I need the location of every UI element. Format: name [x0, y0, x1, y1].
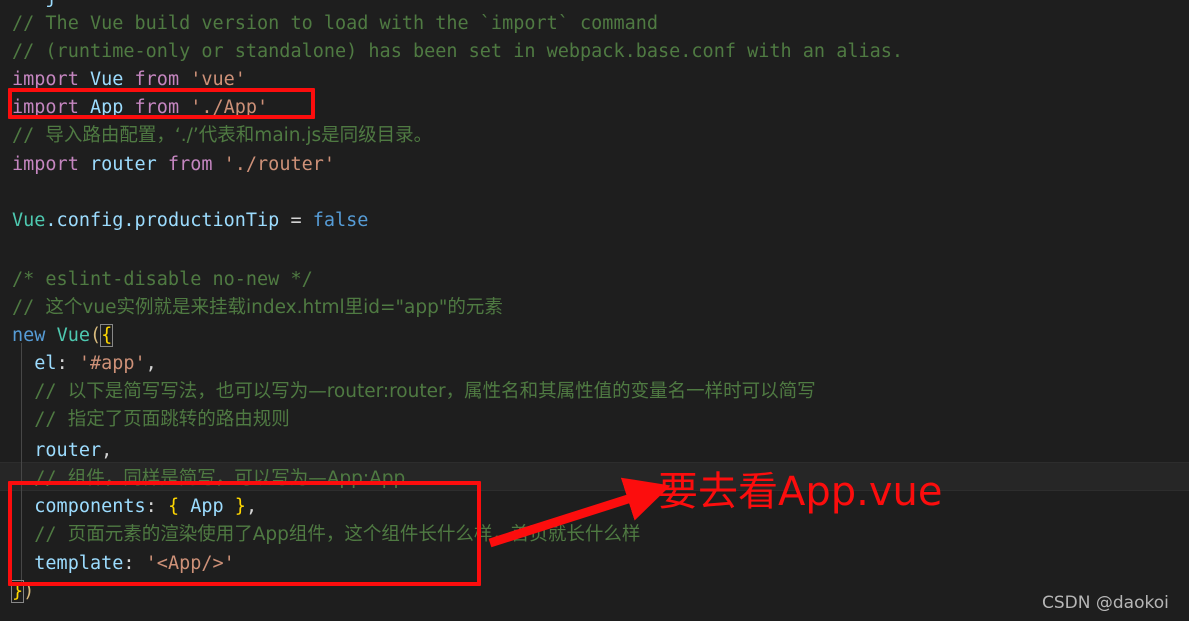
line-comment-vue-instance-cn-token-0: // — [12, 297, 46, 318]
line-components-token-3: { — [167, 496, 191, 517]
line-partial-top-token-0: j — [12, 0, 56, 8]
line-new-vue-token-0: new — [12, 325, 57, 346]
line-import-vue-token-1: Vue — [89, 69, 124, 90]
line-components-token-5: } — [223, 496, 246, 517]
line-close-brace[interactable]: }) — [0, 578, 1189, 606]
line-comment-shorthand-cn[interactable]: // 以下是简写写法，也可以写为—router:router，属性名和其属性值的… — [0, 378, 1189, 406]
line-components[interactable]: components: { App }, — [0, 493, 1189, 521]
line-comment-eslint-disable-token-0: /* eslint-disable no-new */ — [12, 269, 313, 290]
line-router-token-1: router — [34, 440, 102, 461]
line-import-vue-token-2: from — [123, 69, 191, 90]
line-template-token-1: template — [34, 553, 124, 574]
line-el-app-token-1: el — [34, 353, 57, 374]
line-comment-shorthand-cn-token-0: // — [12, 381, 68, 402]
line-comment-route-rule-cn[interactable]: // 指定了页面跳转的路由规则 — [0, 406, 1189, 434]
line-components-token-4: App — [190, 496, 224, 517]
line-comment-eslint-disable[interactable]: /* eslint-disable no-new */ — [0, 266, 1189, 294]
line-close-brace-token-0: } — [10, 580, 25, 603]
csdn-watermark: CSDN @daokoi — [1042, 593, 1169, 613]
line-import-app-token-2: from — [123, 97, 191, 118]
line-import-router-token-3: './router' — [223, 154, 336, 175]
line-el-app[interactable]: el: '#app', — [0, 350, 1189, 378]
line-components-token-2: : — [145, 496, 168, 517]
line-components-token-6: , — [245, 496, 258, 517]
line-comment-render-cn-token-1: 页面元素的渲染使用了App组件，这个组件长什么样，首页就长什么样 — [67, 524, 641, 545]
line-comment-vue-build[interactable]: // The Vue build version to load with th… — [0, 10, 1189, 38]
line-comment-route-rule-cn-token-0: // — [12, 409, 68, 430]
line-import-router-token-0: import — [12, 154, 90, 175]
line-import-vue-token-0: import — [12, 69, 90, 90]
line-router[interactable]: router, — [0, 437, 1189, 465]
line-import-vue-token-3: 'vue' — [190, 69, 246, 90]
line-router-token-2: , — [101, 440, 113, 461]
line-comment-router-import-cn-token-0: // — [12, 125, 46, 146]
line-import-app-token-3: './App' — [190, 97, 269, 118]
line-comment-render-cn-token-0: // — [12, 524, 68, 545]
line-comment-router-import-cn[interactable]: // 导入路由配置，‘./’代表和main.js是同级目录。 — [0, 122, 1189, 150]
line-template-token-2: : — [123, 553, 146, 574]
line-import-app-token-0: import — [12, 97, 90, 118]
line-new-vue[interactable]: new Vue({ — [0, 322, 1189, 350]
line-blank-2[interactable] — [0, 235, 1189, 263]
code-text-layer[interactable]: j // The Vue build version to load with t… — [0, 0, 1189, 621]
line-comment-components-cn-token-1: 组件，同样是简写，可以写为—App:App — [67, 468, 406, 489]
line-comment-router-import-cn-token-1: 导入路由配置，‘./’代表和main.js是同级目录。 — [45, 125, 433, 146]
line-components-token-0 — [12, 496, 34, 517]
line-production-tip[interactable]: Vue.config.productionTip = false — [0, 207, 1189, 235]
line-router-token-0 — [12, 440, 34, 461]
line-import-router-token-2: from — [156, 154, 224, 175]
line-el-app-token-3: '#app' — [78, 353, 146, 374]
line-import-router-token-1: router — [89, 154, 157, 175]
line-comment-runtime-only-token-0: // (runtime-only or standalone) has been… — [12, 41, 904, 62]
line-comment-vue-instance-cn-token-1: 这个vue实例就是来挂载index.html里id="app"的元素 — [45, 297, 503, 318]
line-comment-vue-instance-cn[interactable]: // 这个vue实例就是来挂载index.html里id="app"的元素 — [0, 294, 1189, 322]
line-comment-render-cn[interactable]: // 页面元素的渲染使用了App组件，这个组件长什么样，首页就长什么样 — [0, 521, 1189, 549]
line-comment-shorthand-cn-token-1: 以下是简写写法，也可以写为—router:router，属性名和其属性值的变量名… — [67, 381, 816, 402]
line-comment-vue-build-token-0: // The Vue build version to load with th… — [12, 13, 659, 34]
code-editor-viewport[interactable]: j // The Vue build version to load with t… — [0, 0, 1189, 621]
line-comment-runtime-only[interactable]: // (runtime-only or standalone) has been… — [0, 38, 1189, 66]
line-import-app[interactable]: import App from './App' — [0, 94, 1189, 122]
line-close-brace-token-1: ) — [23, 581, 35, 602]
line-new-vue-token-1: Vue — [56, 325, 90, 346]
line-blank-1[interactable] — [0, 179, 1189, 207]
line-import-vue[interactable]: import Vue from 'vue' — [0, 66, 1189, 94]
line-comment-components-cn-token-0: // — [12, 468, 68, 489]
line-comment-route-rule-cn-token-1: 指定了页面跳转的路由规则 — [67, 409, 290, 430]
line-el-app-token-0 — [12, 353, 34, 374]
line-template[interactable]: template: '<App/>' — [0, 550, 1189, 578]
line-el-app-token-4: , — [145, 353, 157, 374]
line-comment-components-cn[interactable]: // 组件，同样是简写，可以写为—App:App — [0, 465, 1189, 493]
line-production-tip-token-0: Vue — [12, 210, 46, 231]
line-production-tip-token-1: .config.productionTip — [45, 210, 280, 231]
line-import-router[interactable]: import router from './router' — [0, 151, 1189, 179]
line-template-token-0 — [12, 553, 34, 574]
line-import-app-token-1: App — [89, 97, 124, 118]
line-new-vue-token-2: ( — [89, 325, 102, 346]
line-el-app-token-2: : — [56, 353, 79, 374]
line-production-tip-token-2: = — [279, 210, 313, 231]
line-components-token-1: components — [34, 496, 146, 517]
line-template-token-3: '<App/>' — [145, 553, 235, 574]
line-new-vue-token-3: { — [100, 324, 114, 347]
line-production-tip-token-3: false — [312, 210, 369, 231]
